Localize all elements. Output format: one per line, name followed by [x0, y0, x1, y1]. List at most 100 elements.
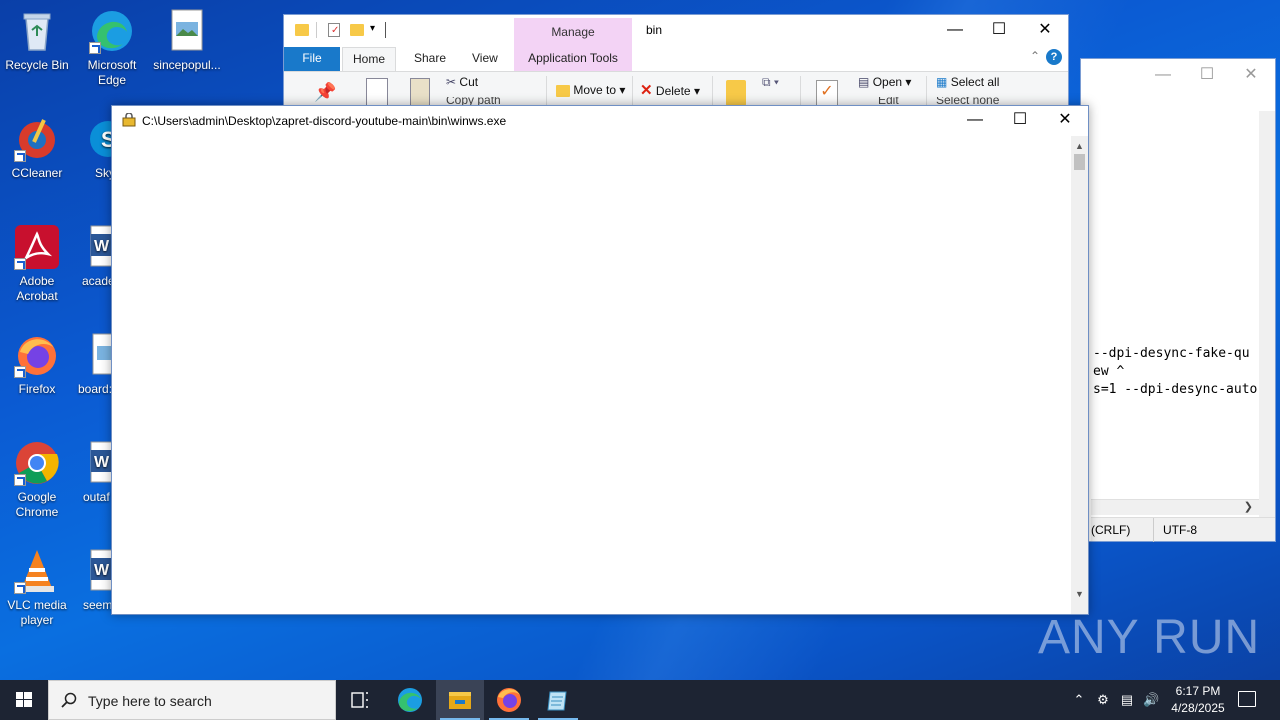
- new-folder-icon[interactable]: [350, 24, 364, 36]
- cut-button[interactable]: ✂ Cut: [446, 75, 478, 89]
- desktop-icon-seem[interactable]: W seem: [75, 548, 115, 613]
- help-icon[interactable]: ?: [1046, 49, 1062, 65]
- paste-icon[interactable]: [410, 78, 430, 108]
- minimize-icon[interactable]: —: [932, 19, 978, 43]
- desktop-icon-label: acade: [82, 274, 115, 288]
- properties-large-icon[interactable]: ✓: [816, 80, 838, 106]
- notepad-window[interactable]: — ☐ ✕ --dpi-desync-fake-qu ew ^ s=1 --dpi-…: [1080, 58, 1276, 542]
- close-icon[interactable]: ✕: [1042, 106, 1088, 136]
- move-to-button[interactable]: Move to ▾: [556, 83, 625, 97]
- scroll-down-icon[interactable]: ▼: [1071, 586, 1088, 602]
- desktop-icon-label: Google Chrome: [15, 490, 59, 519]
- maximize-icon[interactable]: ☐: [976, 19, 1022, 43]
- console-output-area[interactable]: [112, 136, 1071, 614]
- notepad-icon: [547, 691, 567, 711]
- taskbar-search-box[interactable]: Type here to search: [48, 680, 336, 720]
- status-divider: [1153, 518, 1154, 542]
- pin-icon[interactable]: 📌: [314, 82, 336, 103]
- open-button[interactable]: ▤ Open ▾: [858, 75, 911, 89]
- desktop-icon-vlc[interactable]: VLC media player: [0, 548, 74, 628]
- close-icon[interactable]: ✕: [1231, 65, 1271, 87]
- minimize-icon[interactable]: —: [1143, 65, 1183, 87]
- admin-shield-icon: [122, 113, 136, 127]
- taskbar-edge[interactable]: [386, 680, 434, 720]
- tab-home[interactable]: Home: [342, 47, 397, 71]
- close-icon[interactable]: ✕: [1022, 19, 1068, 43]
- new-folder-large-icon[interactable]: [726, 80, 746, 106]
- minimize-icon[interactable]: —: [952, 106, 998, 136]
- collapse-ribbon-icon[interactable]: ⌃: [1030, 49, 1040, 63]
- desktop-icon-outaf[interactable]: W outaf: [75, 440, 115, 505]
- desktop-icon-recycle-bin[interactable]: Recycle Bin: [0, 8, 74, 73]
- network-icon[interactable]: ▤: [1119, 692, 1135, 708]
- taskbar-firefox[interactable]: [485, 680, 533, 720]
- explorer-titlebar[interactable]: ✓ ▾ Manage bin — ☐ ✕: [284, 15, 1068, 47]
- clock-time: 6:17 PM: [1175, 684, 1221, 698]
- acrobat-icon: [14, 224, 60, 270]
- new-item-icon[interactable]: ⧉ ▾: [762, 75, 779, 90]
- move-to-icon: [556, 84, 570, 97]
- desktop-icon-ccleaner[interactable]: CCleaner: [0, 116, 74, 181]
- desktop-icon-label: board:: [78, 382, 113, 396]
- notepad-vertical-scrollbar[interactable]: [1259, 111, 1275, 531]
- tab-share[interactable]: Share: [404, 47, 456, 71]
- desktop-icon-acade[interactable]: W acade: [75, 224, 115, 289]
- file-explorer-window[interactable]: ✓ ▾ Manage bin — ☐ ✕ File Home Share Vie…: [283, 14, 1069, 115]
- desktop-icon-adobe-acrobat[interactable]: Adobe Acrobat: [0, 224, 74, 304]
- desktop-icon-label: Microsoft Edge: [87, 58, 137, 87]
- tab-application-tools[interactable]: Application Tools: [514, 47, 632, 71]
- scrollbar-thumb[interactable]: [1074, 154, 1085, 170]
- desktop-icon-sincepopul[interactable]: sincepopul...: [150, 8, 224, 73]
- console-titlebar[interactable]: C:\Users\admin\Desktop\zapret-discord-yo…: [112, 106, 1088, 136]
- firefox-icon: [14, 332, 60, 378]
- properties-icon[interactable]: ✓: [328, 23, 340, 37]
- notepad-text-area[interactable]: --dpi-desync-fake-qu ew ^ s=1 --dpi-desync…: [1093, 345, 1257, 399]
- notepad-titlebar[interactable]: — ☐ ✕: [1081, 59, 1275, 91]
- delete-icon: ✕: [640, 82, 653, 99]
- volume-icon[interactable]: 🔊: [1143, 692, 1159, 708]
- customize-quick-access-icon[interactable]: ▾: [370, 23, 375, 34]
- taskbar: Type here to search ⌃ ⚙ ▤ 🔊 6:17 PM 4/28…: [0, 680, 1280, 720]
- recycle-bin-icon: [14, 8, 60, 54]
- desktop-icon-label: Adobe Acrobat: [16, 274, 58, 303]
- taskbar-file-explorer[interactable]: [436, 680, 484, 720]
- console-window[interactable]: C:\Users\admin\Desktop\zapret-discord-yo…: [111, 105, 1089, 615]
- svg-text:W: W: [94, 454, 110, 471]
- desktop-icon-google-chrome[interactable]: Google Chrome: [0, 440, 74, 520]
- select-all-icon: ▦: [936, 75, 948, 89]
- notepad-line: --dpi-desync-fake-qu: [1093, 346, 1250, 361]
- svg-text:W: W: [94, 562, 110, 579]
- tray-app-icon[interactable]: ⚙: [1095, 692, 1111, 708]
- notepad-horizontal-scrollbar[interactable]: ❯: [1091, 499, 1259, 515]
- folder-icon: [295, 24, 309, 36]
- tab-view[interactable]: View: [462, 47, 508, 71]
- manage-tab-header[interactable]: Manage: [514, 18, 632, 47]
- delete-button[interactable]: ✕ Delete ▾: [640, 81, 700, 99]
- tab-file[interactable]: File: [284, 47, 340, 71]
- copy-icon[interactable]: [366, 78, 388, 106]
- start-button[interactable]: [0, 680, 48, 720]
- show-hidden-icons-icon[interactable]: ⌃: [1071, 692, 1087, 708]
- console-title: C:\Users\admin\Desktop\zapret-discord-yo…: [142, 114, 507, 128]
- taskbar-clock[interactable]: 6:17 PM 4/28/2025: [1162, 683, 1234, 717]
- file-explorer-icon: [449, 692, 471, 709]
- console-vertical-scrollbar[interactable]: ▲ ▼: [1071, 136, 1088, 614]
- notepad-status-bar: (CRLF) UTF-8: [1091, 517, 1275, 542]
- scroll-up-icon[interactable]: ▲: [1071, 138, 1088, 154]
- svg-text:W: W: [94, 238, 110, 255]
- select-all-button[interactable]: ▦ Select all: [936, 75, 999, 89]
- desktop-icon-label: sincepopul...: [153, 58, 221, 72]
- desktop-icon-firefox[interactable]: Firefox: [0, 332, 74, 397]
- taskbar-notepad[interactable]: [534, 680, 582, 720]
- desktop-icon-edge[interactable]: Microsoft Edge: [75, 8, 149, 88]
- notification-center-icon[interactable]: [1238, 691, 1256, 707]
- desktop-icon-board[interactable]: board:: [75, 332, 115, 397]
- scroll-right-icon[interactable]: ❯: [1244, 500, 1253, 513]
- encoding-status: UTF-8: [1163, 523, 1197, 537]
- edge-icon: [398, 688, 422, 712]
- ribbon-tabs: File Home Share View Application Tools: [284, 47, 1068, 71]
- desktop-icon-skype[interactable]: S Sky: [75, 116, 115, 181]
- maximize-icon[interactable]: ☐: [997, 106, 1043, 136]
- task-view-button[interactable]: [336, 680, 384, 720]
- maximize-icon[interactable]: ☐: [1187, 65, 1227, 87]
